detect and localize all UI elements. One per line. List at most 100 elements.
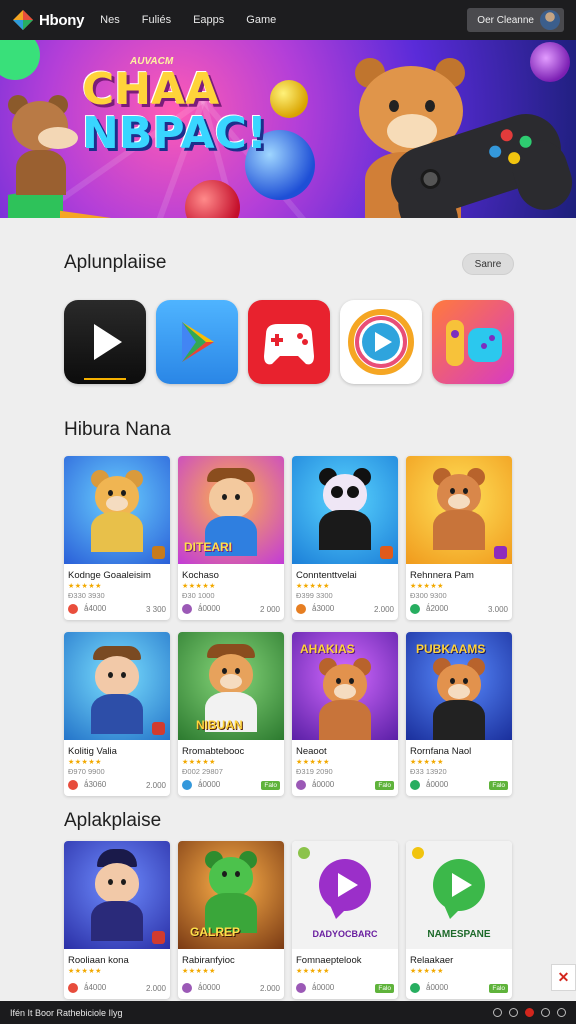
download-count: ǻ0000 <box>312 780 335 790</box>
rating-stars: ★★★★★ <box>68 759 102 766</box>
game-card-art <box>64 632 170 740</box>
card-badge-icon <box>380 546 393 559</box>
menu-icon[interactable] <box>557 1008 566 1017</box>
card-size: 2 000 <box>259 604 280 614</box>
rating-stars: ★★★★★ <box>410 759 444 766</box>
bear-character <box>317 658 373 740</box>
bottom-bar: Ifén It Boor Rathebiciole Ilyg <box>0 1001 576 1024</box>
art-logo-text: NIBUAN <box>196 718 243 732</box>
publisher-icon <box>68 604 78 614</box>
hero-coin <box>270 80 308 118</box>
play-icon <box>84 324 126 380</box>
download-count: ǻ4000 <box>84 604 107 614</box>
avatar <box>540 10 560 30</box>
card-size: 2.000 <box>145 983 166 993</box>
game-card[interactable]: Rooliaan kona ★★★★★ ǻ4000 2.000 <box>64 841 170 999</box>
game-card[interactable]: NAMESPANE Relaakaer ★★★★★ ǻ0000 Falo <box>406 841 512 999</box>
app-icon-games[interactable] <box>248 300 330 384</box>
help-icon[interactable] <box>541 1008 550 1017</box>
art-logo-text: GALREP <box>190 925 241 939</box>
card-footer: ǻ4000 3 300 <box>68 604 166 614</box>
settings-icon[interactable] <box>493 1008 502 1017</box>
account-button[interactable]: Oer Cleanne <box>467 8 564 32</box>
game-meta: Ð319 2090 <box>296 767 333 776</box>
info-icon[interactable] <box>509 1008 518 1017</box>
publisher-icon <box>68 983 78 993</box>
hero-bubble <box>0 40 40 80</box>
gamepad-icon <box>264 324 314 365</box>
publisher-icon <box>410 604 420 614</box>
publisher-icon <box>182 983 192 993</box>
nav-link-games[interactable]: Game <box>246 14 276 26</box>
game-title: Neaoot <box>296 746 327 757</box>
close-icon[interactable]: ✕ <box>551 964 576 991</box>
card-footer-left: ǻ3060 <box>68 780 106 790</box>
game-card[interactable]: Conntenttvelai ★★★★★ Ð399 3300 ǻ3000 2.0… <box>292 456 398 620</box>
game-title: Rabiranfyioc <box>182 955 235 966</box>
game-meta: Ð330 3930 <box>68 591 105 600</box>
art-logo-text: NAMESPANE <box>427 929 491 940</box>
app-icon-controller[interactable] <box>432 300 514 384</box>
game-title: Kochaso <box>182 570 219 581</box>
game-title: Rornfana Naol <box>410 746 472 757</box>
play-circle-icon <box>348 309 414 375</box>
card-footer-left: ǻ4000 <box>68 604 106 614</box>
nav-link-news[interactable]: Nes <box>100 14 120 26</box>
game-card-art <box>64 841 170 949</box>
game-card[interactable]: AHAKIAS Neaoot ★★★★★ Ð319 2090 ǻ0000 Fal… <box>292 632 398 796</box>
card-footer: ǻ0000 2.000 <box>182 983 280 993</box>
publisher-icon <box>410 780 420 790</box>
download-count: ǻ3060 <box>84 780 107 790</box>
nav-link-films[interactable]: Fuliés <box>142 14 171 26</box>
download-count: ǻ0000 <box>426 983 449 993</box>
brand-name: Hbony <box>39 11 85 29</box>
publisher-icon <box>182 780 192 790</box>
download-count: ǻ4000 <box>84 983 107 993</box>
game-card[interactable]: Kodnge Goaaleisim ★★★★★ Ð330 3930 ǻ4000 … <box>64 456 170 620</box>
game-card[interactable]: Kolitig Valia ★★★★★ Ð970 9900 ǻ3060 2.00… <box>64 632 170 796</box>
game-card[interactable]: NIBUAN Rromabtebooc ★★★★★ Ð002 29807 ǻ00… <box>178 632 284 796</box>
publisher-icon <box>296 604 306 614</box>
game-card-art: PUBKAAMS <box>406 632 512 740</box>
game-card[interactable]: DITEARI Kochaso ★★★★★ Ð30 1000 ǻ0000 2 0… <box>178 456 284 620</box>
hero-banner[interactable]: AUVACM CHAA NBPAC! <box>0 40 576 218</box>
card-size: 2.000 <box>259 983 280 993</box>
game-card[interactable]: GALREP Rabiranfyioc ★★★★★ ǻ0000 2.000 <box>178 841 284 999</box>
game-card[interactable]: DADYOCBARC Fomnaeptelook ★★★★★ ǻ0000 Fal… <box>292 841 398 999</box>
featured-games-grid: Kodnge Goaaleisim ★★★★★ Ð330 3930 ǻ4000 … <box>64 456 514 796</box>
rating-stars: ★★★★★ <box>410 583 444 590</box>
game-meta: Ð300 9300 <box>410 591 447 600</box>
rating-stars: ★★★★★ <box>68 968 102 975</box>
game-meta: Ð399 3300 <box>296 591 333 600</box>
card-footer: ǻ0000 2 000 <box>182 604 280 614</box>
record-icon[interactable] <box>525 1008 534 1017</box>
card-footer-left: ǻ0000 <box>182 983 220 993</box>
hero-ball <box>185 180 240 218</box>
card-footer-left: ǻ0000 <box>296 780 334 790</box>
rating-stars: ★★★★★ <box>296 583 330 590</box>
play-store-icon <box>182 322 214 362</box>
art-logo-text: PUBKAAMS <box>416 642 486 656</box>
see-all-button[interactable]: Sanre <box>462 253 514 275</box>
card-footer: ǻ0000 Falo <box>296 983 394 993</box>
card-tag: Falo <box>489 983 508 993</box>
card-footer: ǻ3000 2.000 <box>296 604 394 614</box>
card-footer-left: ǻ0000 <box>182 780 220 790</box>
rating-stars: ★★★★★ <box>182 583 216 590</box>
app-icon-play-store[interactable] <box>156 300 238 384</box>
game-card[interactable]: PUBKAAMS Rornfana Naol ★★★★★ Ð33 13920 ǻ… <box>406 632 512 796</box>
game-card-art <box>292 456 398 564</box>
brand-logo[interactable]: Hbony <box>12 9 84 31</box>
section-title-more: Aplakplaise <box>64 810 162 831</box>
hero-title-line-1: CHAA <box>82 64 220 115</box>
more-games-grid: Rooliaan kona ★★★★★ ǻ4000 2.000 GALREP R… <box>64 841 514 999</box>
app-icon-media[interactable] <box>340 300 422 384</box>
game-card[interactable]: Rehnnera Pam ★★★★★ Ð300 9300 ǻ2000 3.000 <box>406 456 512 620</box>
card-size: 2.000 <box>373 604 394 614</box>
card-footer-left: ǻ4000 <box>68 983 106 993</box>
rating-stars: ★★★★★ <box>410 968 444 975</box>
game-meta: Ð002 29807 <box>182 767 223 776</box>
card-badge-icon <box>494 546 507 559</box>
app-icon-video-player[interactable] <box>64 300 146 384</box>
nav-link-apps[interactable]: Eapps <box>193 14 224 26</box>
